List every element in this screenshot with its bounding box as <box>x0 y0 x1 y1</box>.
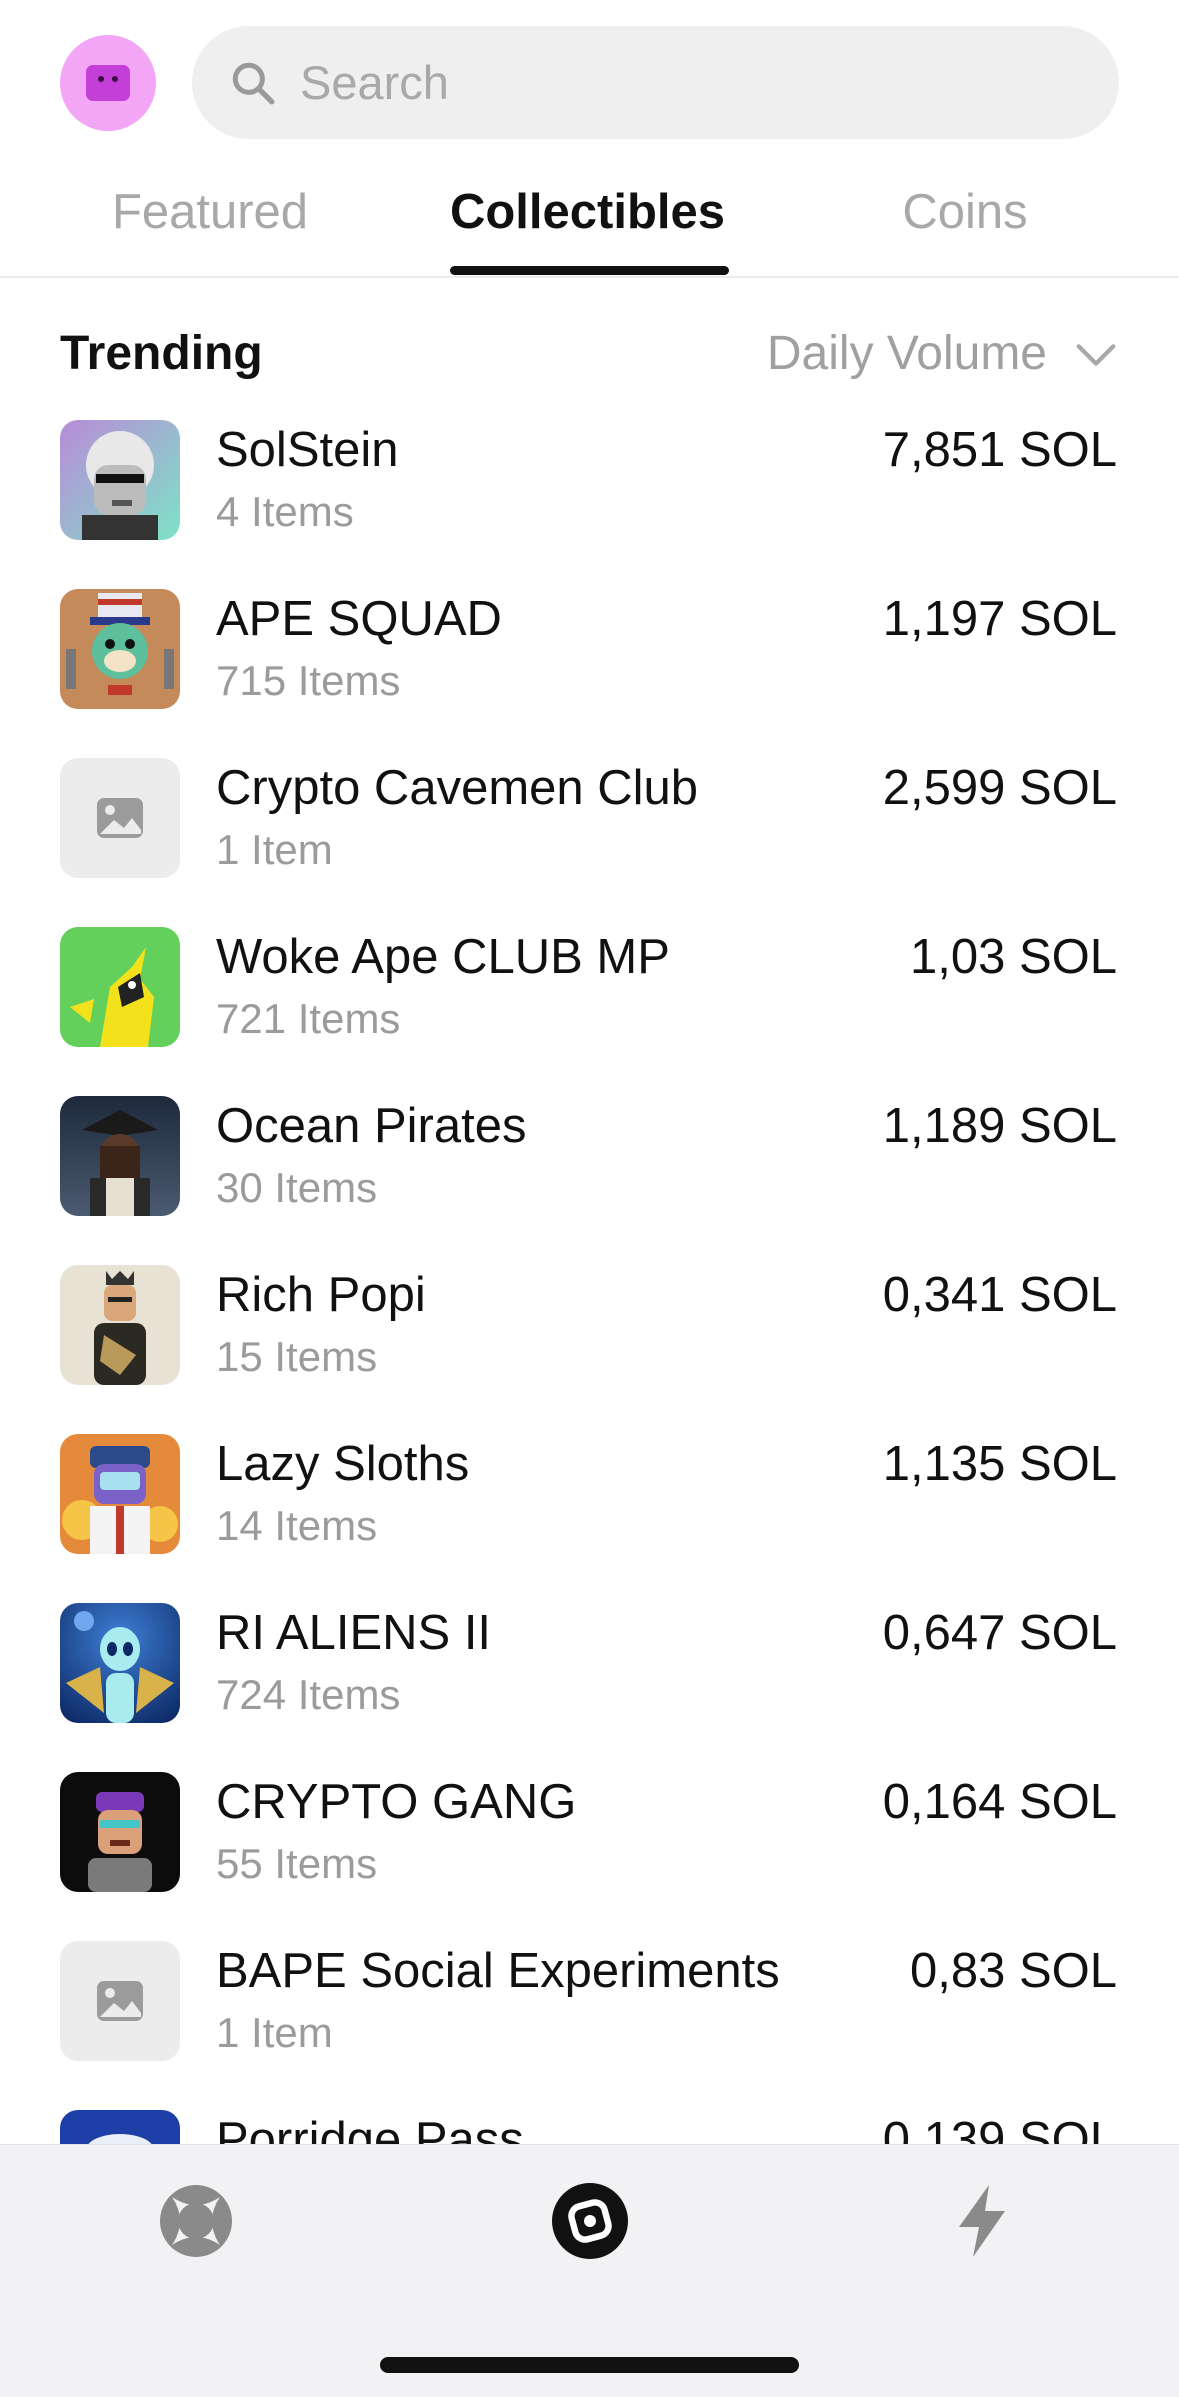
list-item[interactable]: Lazy Sloths 14 Items 1,135 SOL <box>0 1432 1179 1601</box>
collection-thumbnail <box>60 1772 180 1892</box>
collection-thumbnail <box>60 758 180 878</box>
collection-item-count: 721 Items <box>216 995 401 1042</box>
sloth-art-icon <box>60 1434 180 1554</box>
collection-item-count: 4 Items <box>216 488 354 535</box>
collection-item-count: 15 Items <box>216 1333 378 1380</box>
collection-name: RI ALIENS II <box>216 1606 492 1660</box>
collection-name: Lazy Sloths <box>216 1437 470 1491</box>
list-item[interactable]: Rich Popi 15 Items 0,341 SOL <box>0 1263 1179 1432</box>
gang-art-icon <box>60 1772 180 1892</box>
category-tabs: Featured Collectibles Coins <box>0 160 1179 278</box>
collection-volume: 1,197 SOL <box>882 592 1117 646</box>
collection-volume: 0,341 SOL <box>882 1268 1117 1322</box>
collection-name: APE SQUAD <box>216 592 502 646</box>
compass-icon[interactable] <box>550 2181 630 2261</box>
collection-thumbnail <box>60 1603 180 1723</box>
list-item[interactable]: Ocean Pirates 30 Items 1,189 SOL <box>0 1094 1179 1263</box>
alien-art-icon <box>60 1603 180 1723</box>
collection-name: BAPE Social Experiments <box>216 1944 780 1998</box>
collection-thumbnail <box>60 1941 180 2061</box>
explore-icon[interactable] <box>156 2181 236 2261</box>
collection-name: Ocean Pirates <box>216 1099 527 1153</box>
profile-avatar[interactable] <box>60 35 156 131</box>
ghost-avatar-icon <box>86 65 130 101</box>
bottom-nav <box>0 2144 1179 2397</box>
image-placeholder-icon <box>60 758 180 878</box>
tab-collectibles[interactable]: Collectibles <box>430 184 745 254</box>
list-item[interactable]: APE SQUAD 715 Items 1,197 SOL <box>0 587 1179 756</box>
chevron-down-icon <box>1076 343 1116 366</box>
collection-volume: 0,647 SOL <box>882 1606 1117 1660</box>
collection-name: Porridge Pass <box>216 2113 524 2144</box>
collection-item-count: 30 Items <box>216 1164 378 1211</box>
collection-name: SolStein <box>216 423 399 477</box>
collection-volume: 7,851 SOL <box>882 423 1117 477</box>
collection-item-count: 55 Items <box>216 1840 378 1887</box>
search-placeholder: Search <box>300 56 449 109</box>
collection-thumbnail <box>60 2110 180 2144</box>
tab-coins[interactable]: Coins <box>850 184 1080 254</box>
collection-volume: 0,164 SOL <box>882 1775 1117 1829</box>
collection-thumbnail <box>60 927 180 1047</box>
list-item[interactable]: Crypto Cavemen Club 1 Item 2,599 SOL <box>0 756 1179 925</box>
collection-thumbnail <box>60 1096 180 1216</box>
collection-thumbnail <box>60 1265 180 1385</box>
list-item[interactable]: SolStein 4 Items 7,851 SOL <box>0 418 1179 587</box>
tab-featured[interactable]: Featured <box>60 184 360 254</box>
sort-label: Daily Volume <box>766 327 1047 380</box>
search-bar[interactable]: Search <box>192 26 1119 139</box>
search-icon <box>232 62 275 104</box>
collection-list: SolStein 4 Items 7,851 SOL APE SQUAD 715… <box>0 418 1179 2144</box>
top-bar: Search <box>0 0 1179 160</box>
collection-volume: 2,599 SOL <box>882 761 1117 815</box>
collection-item-count: 1 Item <box>216 2009 333 2056</box>
collection-volume: 1,189 SOL <box>882 1099 1117 1153</box>
popi-art-icon <box>60 1265 180 1385</box>
home-indicator <box>380 2357 799 2373</box>
collection-item-count: 14 Items <box>216 1502 378 1549</box>
pirate-art-icon <box>60 1096 180 1216</box>
lightning-icon[interactable] <box>943 2181 1023 2261</box>
collection-thumbnail <box>60 589 180 709</box>
collection-volume: 1,03 SOL <box>909 930 1117 984</box>
collection-thumbnail <box>60 1434 180 1554</box>
active-tab-indicator <box>450 266 729 275</box>
collection-name: Woke Ape CLUB MP <box>216 930 670 984</box>
section-header: Trending Daily Volume <box>0 320 1179 390</box>
collection-name: Crypto Cavemen Club <box>216 761 699 815</box>
collection-item-count: 1 Item <box>216 826 333 873</box>
ape-art-icon <box>60 589 180 709</box>
list-item[interactable]: CRYPTO GANG 55 Items 0,164 SOL <box>0 1770 1179 1939</box>
einstein-art-icon <box>60 420 180 540</box>
collection-item-count: 715 Items <box>216 657 401 704</box>
image-placeholder-icon <box>60 1941 180 2061</box>
list-item[interactable]: Woke Ape CLUB MP 721 Items 1,03 SOL <box>0 925 1179 1094</box>
porridge-art-icon <box>60 2110 180 2144</box>
collection-volume: 0,139 SOL <box>882 2113 1117 2144</box>
collection-item-count: 724 Items <box>216 1671 401 1718</box>
list-item[interactable]: RI ALIENS II 724 Items 0,647 SOL <box>0 1601 1179 1770</box>
section-title: Trending <box>60 327 263 380</box>
collection-volume: 1,135 SOL <box>882 1437 1117 1491</box>
list-item[interactable]: BAPE Social Experiments 1 Item 0,83 SOL <box>0 1939 1179 2108</box>
collection-name: CRYPTO GANG <box>216 1775 577 1829</box>
collection-thumbnail <box>60 420 180 540</box>
collection-name: Rich Popi <box>216 1268 426 1322</box>
woke-ape-art-icon <box>60 927 180 1047</box>
sort-dropdown[interactable]: Daily Volume <box>767 326 1119 381</box>
list-item[interactable]: Porridge Pass 0,139 SOL <box>0 2108 1179 2144</box>
collection-volume: 0,83 SOL <box>909 1944 1117 1998</box>
